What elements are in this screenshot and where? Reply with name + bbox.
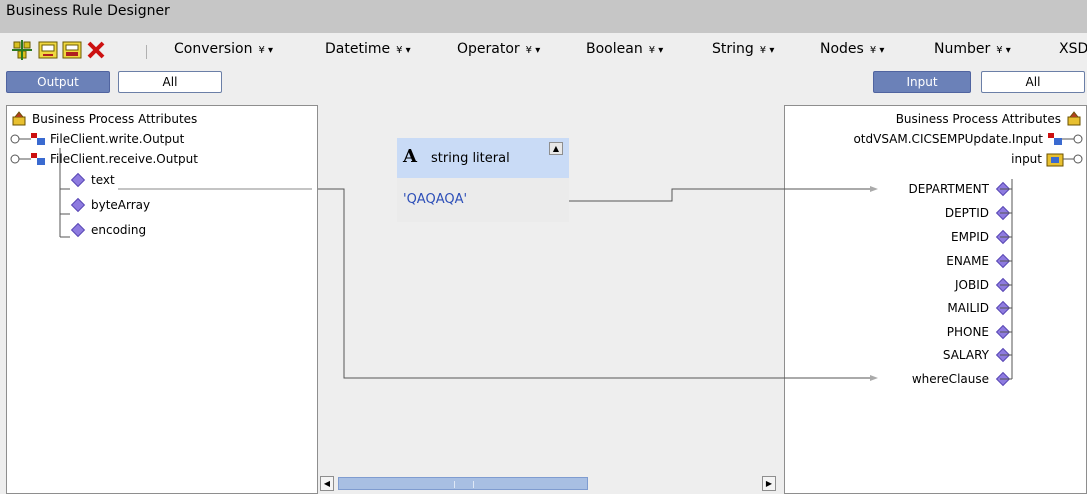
scroll-left-icon[interactable]: ◀ <box>320 476 334 491</box>
connection-lines <box>59 148 1013 381</box>
collapse-icon[interactable]: ▲ <box>549 142 563 155</box>
arrow-icon <box>870 375 878 381</box>
canvas-hscrollbar[interactable]: ◀ ▶ <box>318 474 780 492</box>
scroll-thumb[interactable] <box>338 477 588 490</box>
node-header[interactable]: A string literal ▲ <box>397 138 569 178</box>
arrow-icon <box>870 186 878 192</box>
node-title: string literal <box>431 151 510 166</box>
scroll-right-icon[interactable]: ▶ <box>762 476 776 491</box>
node-body[interactable]: 'QAQAQA' <box>397 178 569 222</box>
string-type-icon: A <box>403 146 417 167</box>
string-literal-node[interactable]: A string literal ▲ 'QAQAQA' <box>397 138 569 222</box>
grip-icon <box>454 481 474 488</box>
wire-literal-to-department <box>569 188 870 202</box>
literal-value[interactable]: 'QAQAQA' <box>403 192 467 207</box>
